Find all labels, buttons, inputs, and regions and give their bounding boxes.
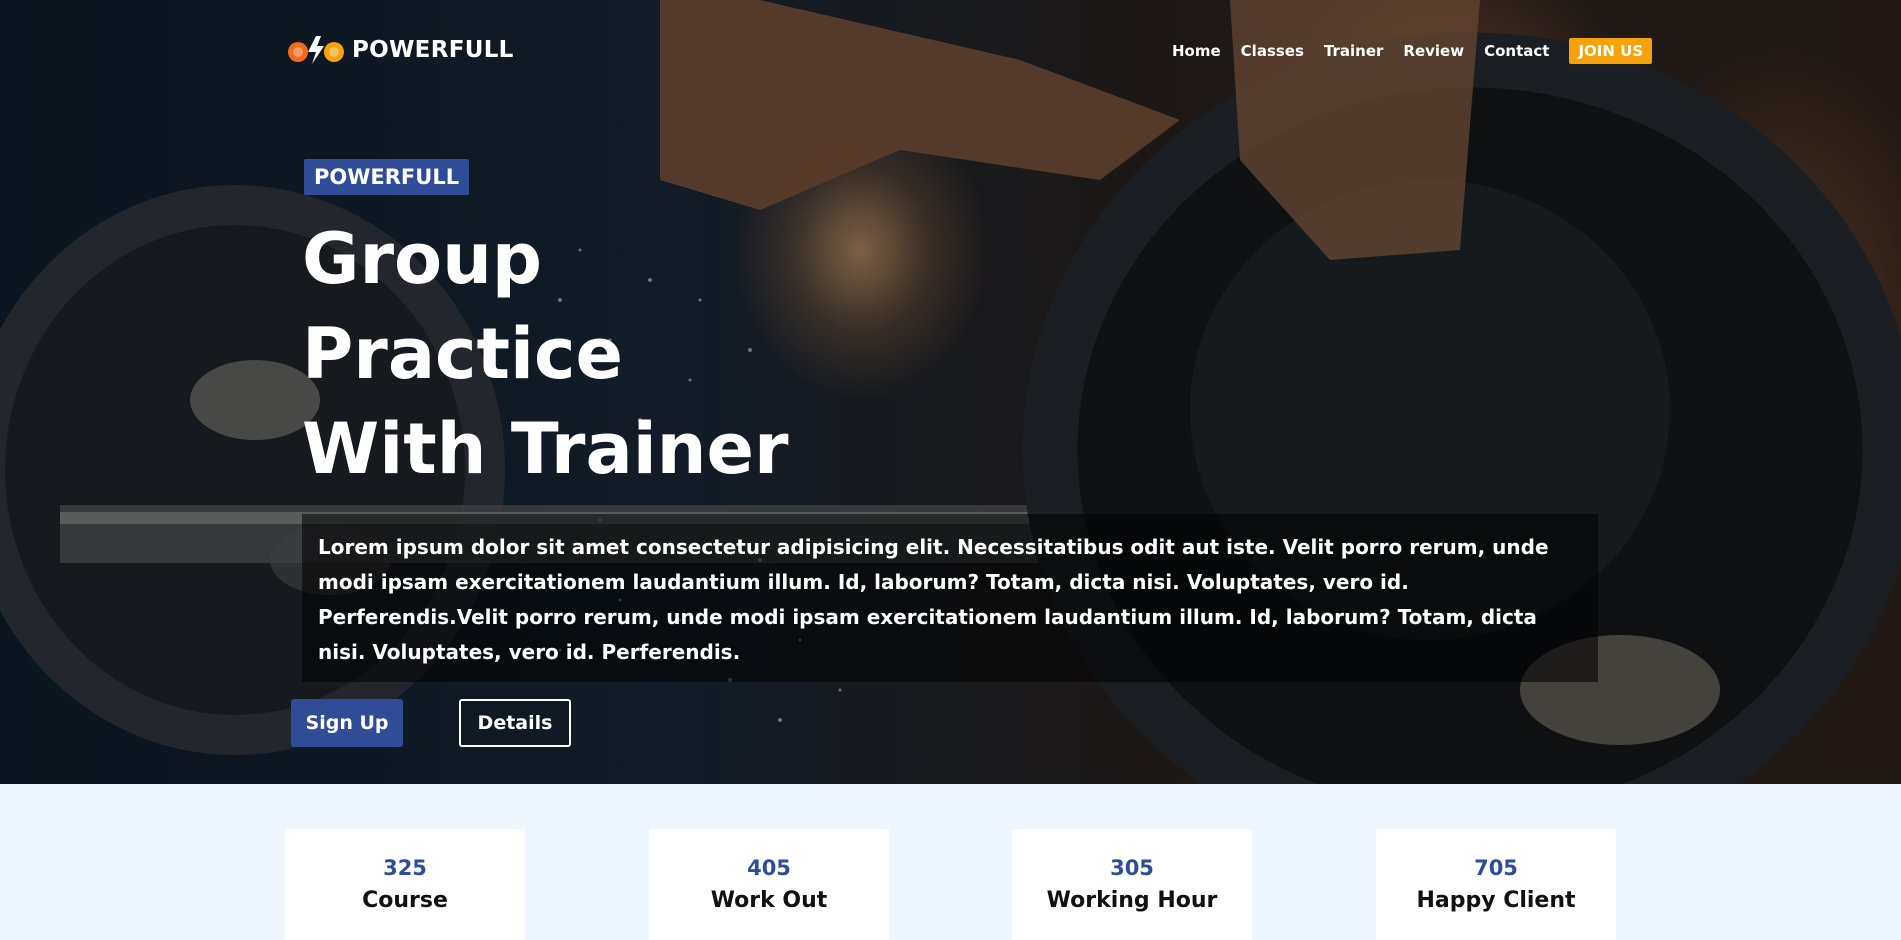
nav-classes[interactable]: Classes [1241, 39, 1304, 63]
nav-contact[interactable]: Contact [1484, 39, 1549, 63]
hero-description: Lorem ipsum dolor sit amet consectetur a… [318, 535, 1549, 664]
stat-value: 325 [383, 856, 427, 880]
stat-label: Working Hour [1046, 888, 1218, 913]
main-nav: Home Classes Trainer Review Contact JOIN… [1172, 38, 1653, 64]
logo-icon [288, 36, 344, 64]
headline-line: With Trainer [302, 408, 789, 490]
stat-card-course: 325 Course [285, 829, 525, 940]
hero-badge: POWERFULL [304, 159, 470, 195]
stat-label: Happy Client [1416, 888, 1576, 913]
stat-card-work-out: 405 Work Out [649, 829, 889, 940]
nav-home[interactable]: Home [1172, 39, 1221, 63]
stat-value: 705 [1474, 856, 1518, 880]
nav-trainer[interactable]: Trainer [1324, 39, 1384, 63]
brand-name: POWERFULL [352, 37, 514, 63]
stat-card-happy-client: 705 Happy Client [1376, 829, 1616, 940]
stat-label: Work Out [710, 888, 828, 913]
stat-value: 405 [747, 856, 791, 880]
stat-label: Course [362, 888, 448, 913]
hero-description-box: Lorem ipsum dolor sit amet consectetur a… [302, 514, 1598, 682]
nav-review[interactable]: Review [1403, 39, 1464, 63]
headline-line: Group [302, 218, 543, 300]
hero-section: POWERFULL Home Classes Trainer Review Co… [0, 0, 1901, 784]
stat-card-working-hour: 305 Working Hour [1012, 829, 1252, 940]
stat-value: 305 [1110, 856, 1154, 880]
headline-line: Practice [302, 313, 623, 395]
join-us-button[interactable]: JOIN US [1569, 38, 1653, 64]
stats-section: 325 Course 405 Work Out 305 Working Hour… [0, 829, 1901, 940]
hero-headline: Group Practice With Trainer [302, 212, 942, 497]
brand-logo[interactable]: POWERFULL [286, 34, 514, 66]
details-button[interactable]: Details [459, 699, 571, 747]
sign-up-button[interactable]: Sign Up [291, 699, 403, 747]
